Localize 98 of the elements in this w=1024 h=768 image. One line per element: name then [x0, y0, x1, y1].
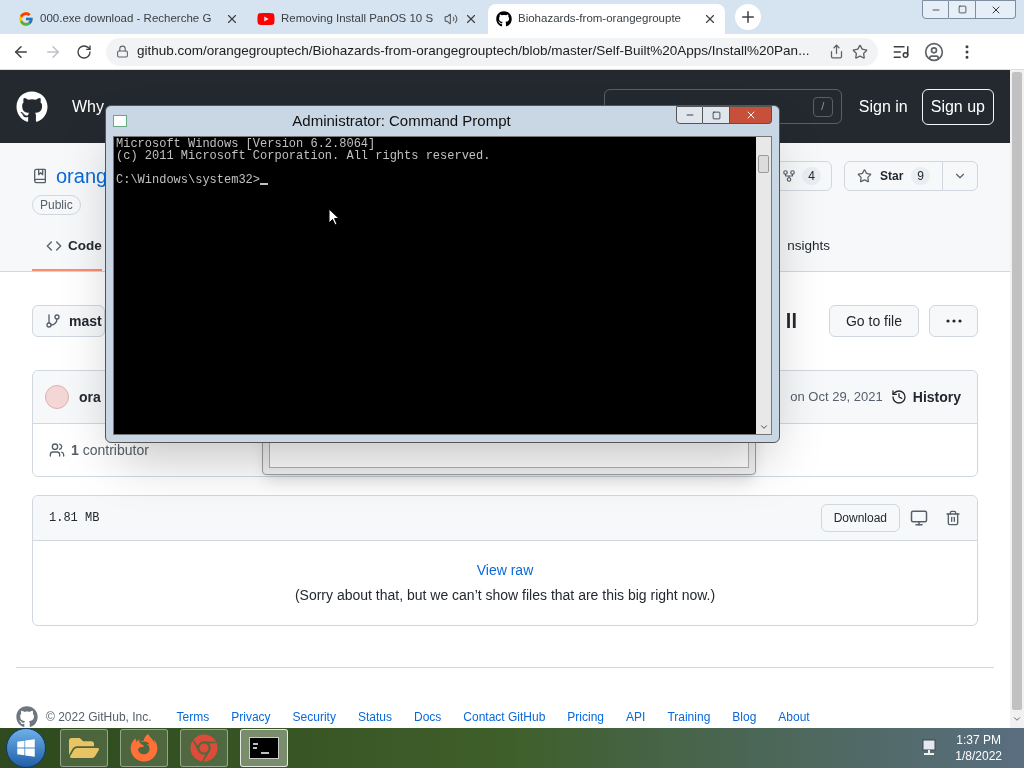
clock-date[interactable]: 1/8/2022	[955, 748, 1002, 764]
repo-tab[interactable]: nsights	[787, 223, 830, 271]
sign-up-button[interactable]: Sign up	[921, 88, 994, 125]
tab-title: Biohazards-from-orangegroupte	[518, 11, 682, 27]
desktop-icon[interactable]	[910, 509, 928, 527]
star-icon	[857, 167, 872, 184]
footer-link[interactable]: Pricing	[567, 708, 605, 726]
scroll-thumb[interactable]	[1012, 72, 1022, 710]
scroll-thumb[interactable]	[758, 155, 769, 173]
site-logo[interactable]	[16, 90, 48, 123]
footer-link[interactable]: About	[778, 708, 810, 726]
download-button[interactable]: Download	[820, 504, 900, 532]
go-to-file-button[interactable]: Go to file	[828, 305, 919, 337]
console-area[interactable]: Microsoft Windows [Version 6.2.8064] (c) 2011 Microsoft Corporation. All rights reserved. C:\Windows\system32>	[114, 137, 756, 434]
scrollbar[interactable]	[1010, 70, 1024, 728]
nav-link[interactable]: Why	[72, 94, 104, 119]
scroll-down-icon[interactable]	[758, 422, 769, 432]
footer-link[interactable]: Status	[357, 708, 392, 726]
bookmark-star-icon[interactable]	[852, 43, 868, 60]
text-cursor	[260, 183, 269, 185]
close-icon[interactable]	[703, 12, 717, 26]
windows-icon	[16, 738, 36, 758]
start-button[interactable]	[6, 728, 46, 768]
taskbar-button[interactable]	[240, 729, 288, 767]
star-count: 9	[911, 166, 930, 185]
restore-button[interactable]	[949, 0, 976, 19]
google-icon	[18, 11, 34, 27]
branch-icon	[45, 313, 61, 329]
share-icon[interactable]	[829, 44, 844, 59]
terminal-icon	[249, 737, 279, 759]
copyright-text: © 2022 GitHub, Inc.	[46, 709, 152, 726]
browser-tab[interactable]: 000.exe download - Recherche G	[10, 4, 247, 34]
fork-icon	[782, 168, 797, 183]
close-icon[interactable]	[225, 12, 239, 26]
avatar	[45, 385, 69, 409]
code-icon	[46, 238, 62, 254]
browser-tab[interactable]: Removing Install PanOS 10 S	[249, 4, 486, 34]
console-prompt: C:\Windows\system32>	[116, 174, 261, 186]
play-icon	[257, 10, 275, 28]
firefox-icon	[130, 734, 158, 762]
fork-count: 4	[802, 166, 821, 185]
star-label: Star	[879, 167, 904, 185]
file-message: (Sorry about that, but we can’t show files that are this big right now.)	[294, 586, 716, 605]
browser-tab[interactable]: Biohazards-from-orangegroupte	[488, 4, 725, 34]
maximize-icon	[711, 110, 721, 120]
scroll-down-icon[interactable]	[1012, 714, 1022, 724]
speaker-icon[interactable]	[444, 12, 458, 26]
delete-icon[interactable]	[945, 510, 961, 526]
clock-time[interactable]: 1:37 PM	[956, 732, 1001, 748]
cat-logo-icon	[496, 11, 512, 27]
console-scrollbar[interactable]	[756, 137, 771, 434]
branch-button[interactable]: mast	[32, 305, 105, 337]
history-icon	[890, 389, 907, 405]
footer-link[interactable]: API	[626, 708, 646, 726]
close-button[interactable]	[730, 106, 772, 124]
people-icon	[49, 442, 65, 458]
console-line: Microsoft Windows [Version 6.2.8064]	[116, 138, 376, 150]
shortcut-key: /	[812, 96, 833, 117]
close-icon[interactable]	[464, 12, 478, 26]
plus-icon	[739, 8, 757, 26]
tab-title: Removing Install PanOS 10 S	[281, 11, 435, 27]
footer-link[interactable]: Training	[667, 708, 711, 726]
file-size: 1.81 MB	[49, 510, 100, 527]
history-link[interactable]: History	[890, 386, 965, 408]
footer-link[interactable]: Security	[292, 708, 336, 726]
breadcrumb-text: ll	[785, 309, 797, 334]
tab-title: 000.exe download - Recherche G	[40, 11, 213, 27]
console-line: (c) 2011 Microsoft Corporation. All rights reserved.	[116, 150, 491, 162]
window-title: Administrator: Command Prompt	[291, 110, 512, 131]
footer-link[interactable]: Terms	[176, 708, 210, 726]
footer-link[interactable]: Contact GitHub	[463, 708, 546, 726]
mouse-pointer-icon	[328, 208, 340, 226]
chrome-icon	[190, 734, 218, 762]
network-icon[interactable]	[921, 739, 938, 757]
author-link[interactable]: ora	[79, 386, 101, 408]
url-text: github.com/orangegrouptech/Biohazards-from-orangegrouptech/blob/master/Self-Built%20Apps/Install%20Pan...	[137, 42, 811, 61]
repo-icon	[32, 167, 48, 184]
commit-date: on Oct 29, 2021	[790, 388, 883, 407]
footer-link[interactable]: Blog	[732, 708, 757, 726]
repo-name-link[interactable]: orang	[56, 160, 108, 191]
footer-link[interactable]: Docs	[413, 708, 442, 726]
footer-link[interactable]: Privacy	[231, 708, 271, 726]
repo-tab[interactable]: Code	[32, 223, 102, 271]
more-icon	[945, 319, 962, 323]
restore-icon	[957, 5, 967, 14]
new-tab-button[interactable]	[735, 4, 761, 30]
contributors-text[interactable]: 1 contributor	[71, 443, 149, 457]
minimize-button[interactable]	[922, 0, 949, 19]
maximize-button[interactable]	[703, 106, 730, 124]
profile-icon[interactable]	[924, 41, 944, 62]
close-button[interactable]	[976, 0, 1016, 19]
address-bar[interactable]: github.com/orangegrouptech/Biohazards-from-orangegrouptech/blob/master/Self-Built%20Apps/Install%20Pan...	[106, 37, 878, 66]
window-icon	[113, 115, 127, 127]
sign-in-link[interactable]: Sign in	[858, 94, 908, 119]
view-raw-link[interactable]: View raw	[476, 560, 534, 581]
lock-icon	[116, 45, 129, 58]
minimize-button[interactable]	[676, 106, 703, 124]
reload-icon[interactable]	[76, 43, 92, 60]
